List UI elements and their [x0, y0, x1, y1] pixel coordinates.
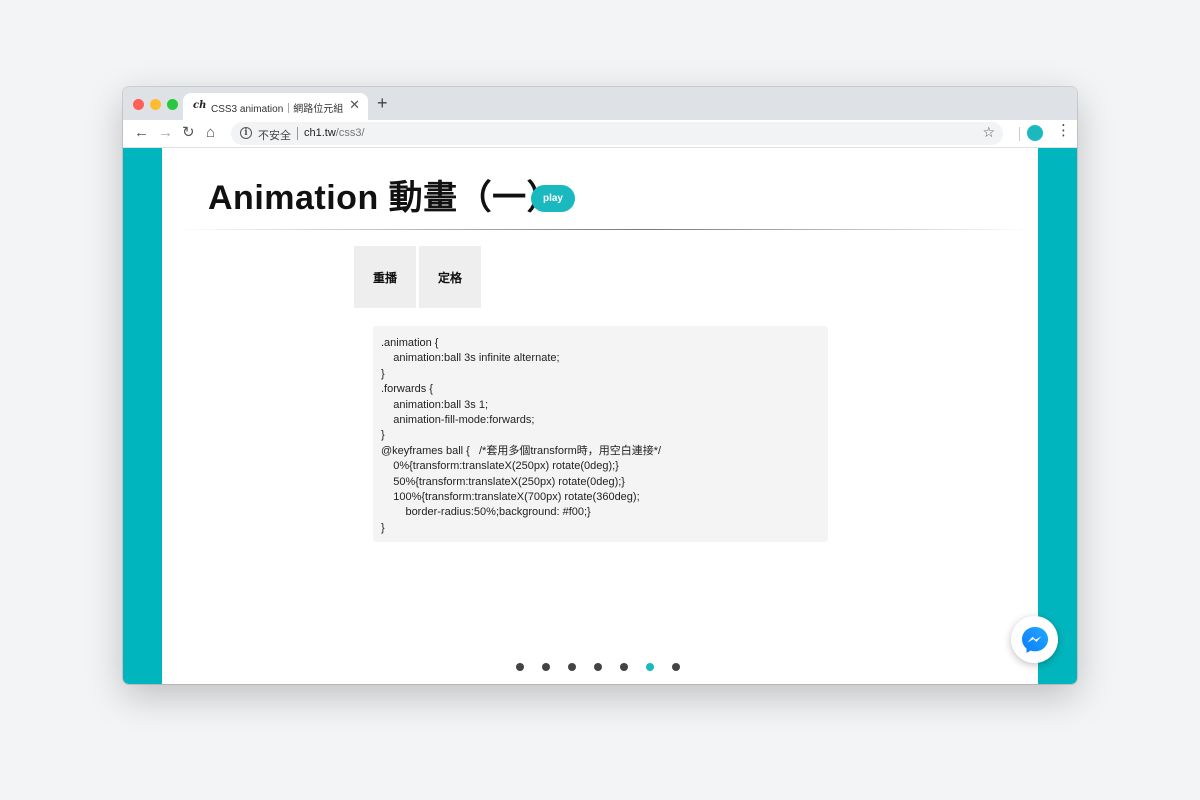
profile-avatar[interactable] — [1027, 125, 1043, 141]
slide-dot-6[interactable] — [646, 663, 654, 671]
slide-dot-4[interactable] — [594, 663, 602, 671]
url-path: /css3/ — [335, 127, 365, 139]
code-line: 50%{transform:translateX(250px) rotate(0… — [381, 475, 625, 488]
play-button[interactable]: play — [531, 185, 575, 212]
slide-dot-5[interactable] — [620, 663, 628, 671]
replay-button[interactable]: 重播 — [354, 246, 416, 308]
right-side-rail — [1038, 148, 1077, 684]
slide-dot-2[interactable] — [542, 663, 550, 671]
code-line: animation-fill-mode:forwards; — [381, 414, 535, 427]
bookmark-star-icon[interactable]: ☆ — [982, 124, 995, 141]
page-title: Animation 動畫（一） — [208, 179, 562, 217]
freeze-button[interactable]: 定格 — [419, 246, 481, 308]
url-text[interactable]: ch1.tw/css3/ — [304, 127, 365, 139]
tab-bar: ch CSS3 animation｜網路位元組 ✕ + — [123, 87, 1077, 120]
code-block: .animation { animation:ball 3s infinite … — [373, 326, 828, 542]
info-icon[interactable]: i — [240, 127, 252, 139]
code-line: .animation { — [381, 337, 439, 349]
tab-title: CSS3 animation｜網路位元組 — [211, 104, 344, 115]
code-line: 0%{transform:translateX(250px) rotate(0d… — [381, 460, 619, 473]
title-divider — [175, 229, 1030, 230]
slide-pagination — [516, 663, 698, 671]
close-tab-icon[interactable]: ✕ — [349, 98, 360, 111]
url-host: ch1.tw — [304, 127, 336, 139]
messenger-chat-button[interactable] — [1011, 616, 1058, 663]
code-line: border-radius:50%;background: #f00;} — [381, 506, 591, 519]
code-line: 100%{transform:translateX(700px) rotate(… — [381, 491, 640, 504]
back-arrow-icon[interactable]: ← — [134, 125, 149, 140]
slide-dot-7[interactable] — [672, 663, 680, 671]
code-line: } — [381, 521, 385, 534]
forward-arrow-icon[interactable]: → — [158, 125, 173, 140]
page-viewport: Animation 動畫（一） play 重播 定格 .animation { … — [123, 148, 1077, 684]
toolbar-separator — [1019, 127, 1020, 141]
code-line: } — [381, 367, 385, 380]
browser-toolbar: ← → ↻ ⌂ i 不安全 ch1.tw/css3/ ☆ ⋮ — [123, 120, 1077, 148]
left-side-rail — [123, 148, 162, 684]
window-controls — [133, 99, 184, 110]
code-line: @keyframes ball { /*套用多個transform時，用空白連接… — [381, 444, 662, 457]
home-icon[interactable]: ⌂ — [206, 125, 215, 140]
site-favicon-icon: ch — [193, 100, 207, 111]
tab-css3-animation[interactable]: ch CSS3 animation｜網路位元組 ✕ — [183, 93, 368, 120]
code-line: .forwards { — [381, 383, 433, 396]
new-tab-icon[interactable]: + — [377, 94, 388, 112]
messenger-icon — [1021, 626, 1048, 653]
minimize-window-button[interactable] — [150, 99, 161, 110]
security-label: 不安全 — [258, 130, 291, 142]
code-line: animation:ball 3s 1; — [381, 398, 489, 411]
close-window-button[interactable] — [133, 99, 144, 110]
code-line: } — [381, 429, 385, 442]
slide-dot-1[interactable] — [516, 663, 524, 671]
maximize-window-button[interactable] — [167, 99, 178, 110]
code-line: animation:ball 3s infinite alternate; — [381, 352, 560, 365]
address-separator — [297, 127, 298, 140]
reload-icon[interactable]: ↻ — [182, 125, 195, 140]
browser-menu-icon[interactable]: ⋮ — [1056, 123, 1071, 138]
slide-dot-3[interactable] — [568, 663, 576, 671]
browser-window: ch CSS3 animation｜網路位元組 ✕ + ← → ↻ ⌂ i 不安… — [123, 87, 1077, 684]
address-bar[interactable]: i 不安全 ch1.tw/css3/ ☆ — [231, 122, 1003, 145]
